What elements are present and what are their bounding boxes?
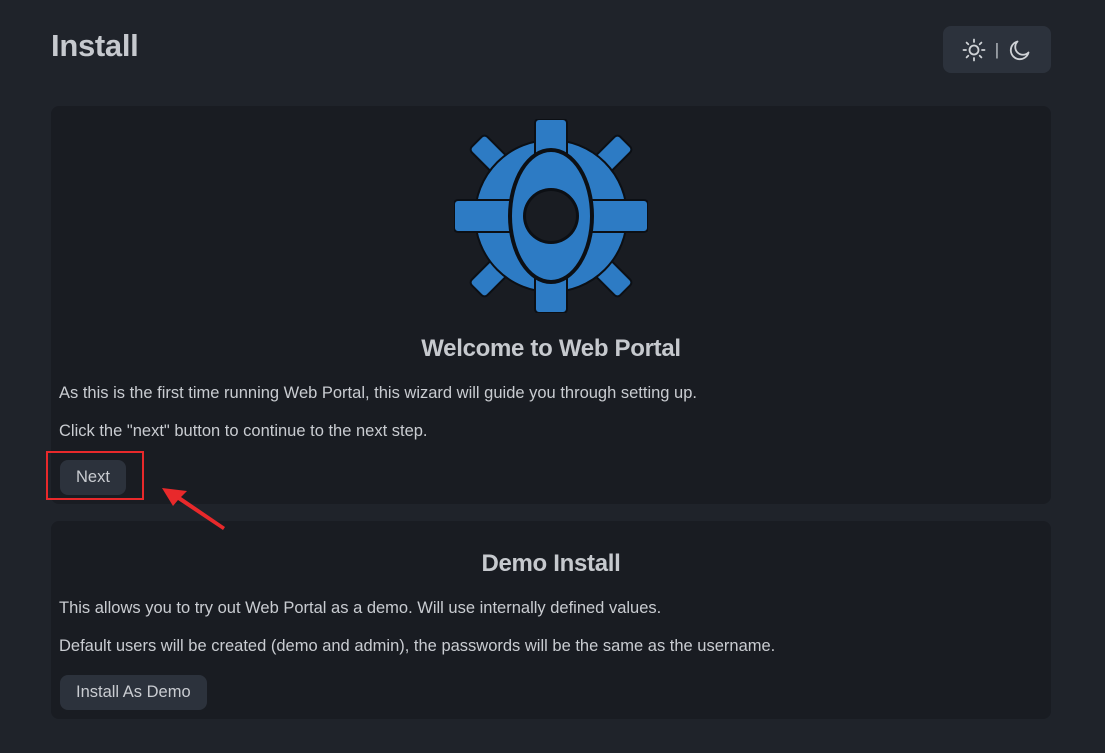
demo-users-text: Default users will be created (demo and … (59, 637, 776, 655)
welcome-card: Welcome to Web Portal As this is the fir… (51, 106, 1051, 504)
welcome-instruction-text: Click the "next" button to continue to t… (59, 422, 428, 440)
web-portal-logo-icon (454, 119, 648, 313)
demo-install-card: Demo Install This allows you to try out … (51, 521, 1051, 719)
sun-icon[interactable] (962, 38, 986, 62)
theme-separator: | (994, 39, 1000, 59)
demo-description-text: This allows you to try out Web Portal as… (59, 599, 662, 617)
install-as-demo-button[interactable]: Install As Demo (60, 675, 207, 710)
theme-toggle: | (943, 26, 1051, 73)
install-page: Install | Welcome to Web Portal As this … (0, 0, 1105, 753)
next-button[interactable]: Next (60, 460, 126, 495)
welcome-intro-text: As this is the first time running Web Po… (59, 384, 697, 402)
page-title: Install (51, 28, 139, 63)
moon-icon[interactable] (1008, 38, 1032, 62)
demo-heading: Demo Install (481, 550, 621, 577)
welcome-heading: Welcome to Web Portal (421, 335, 681, 362)
